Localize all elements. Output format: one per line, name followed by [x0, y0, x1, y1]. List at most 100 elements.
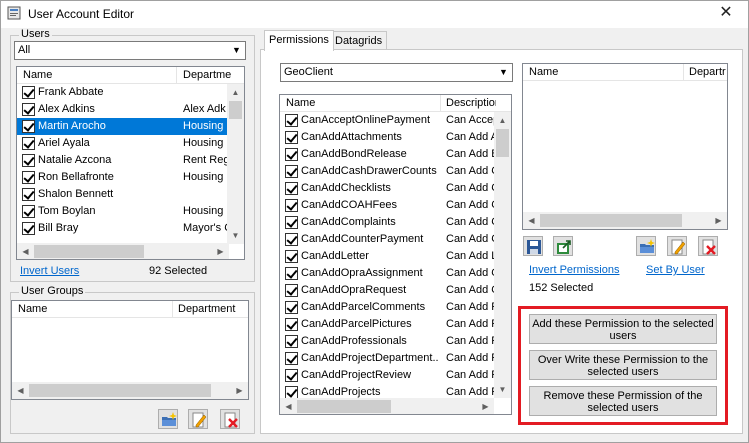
permission-row[interactable]: CanAddCounterPayment Can Add C [280, 231, 496, 248]
checkbox[interactable] [22, 120, 35, 133]
column-header-name[interactable]: Name [529, 66, 558, 78]
checkbox[interactable] [22, 86, 35, 99]
checkbox[interactable] [285, 131, 298, 144]
checkbox[interactable] [285, 233, 298, 246]
column-header-department[interactable]: Departr [689, 66, 727, 78]
scrollbar-thumb[interactable] [297, 400, 391, 413]
permission-row[interactable]: CanAddComplaints Can Add C [280, 214, 496, 231]
new-permission-button[interactable] [636, 236, 656, 256]
scroll-up-icon[interactable]: ▲ [227, 84, 244, 101]
overwrite-permissions-button[interactable]: Over Write these Permission to the selec… [529, 350, 717, 380]
user-row[interactable]: Ron Bellafronte Housing [17, 169, 227, 186]
scroll-right-icon[interactable]: ▶ [231, 382, 248, 399]
delete-permission-button[interactable] [698, 236, 718, 256]
column-header-name[interactable]: Name [286, 97, 315, 109]
set-by-user-link[interactable]: Set By User [646, 264, 705, 276]
column-header-name[interactable]: Name [23, 69, 52, 81]
permission-row[interactable]: CanAddParcelComments Can Add P [280, 299, 496, 316]
chevron-down-icon[interactable]: ▼ [228, 42, 245, 59]
checkbox[interactable] [22, 137, 35, 150]
edit-permission-button[interactable] [667, 236, 687, 256]
permission-row[interactable]: CanAddAttachments Can Add A [280, 129, 496, 146]
permission-row[interactable]: CanAddCOAHFees Can Add C [280, 197, 496, 214]
column-divider[interactable] [440, 95, 441, 112]
checkbox[interactable] [22, 171, 35, 184]
add-permissions-button[interactable]: Add these Permission to the selected use… [529, 314, 717, 344]
checkbox[interactable] [285, 250, 298, 263]
scroll-down-icon[interactable]: ▼ [494, 381, 511, 398]
checkbox[interactable] [285, 267, 298, 280]
users-horizontal-scrollbar[interactable]: ◀ ▶ [17, 243, 229, 259]
users-vertical-scrollbar[interactable]: ▲ ▼ [227, 84, 244, 244]
scrollbar-thumb[interactable] [34, 245, 144, 258]
checkbox[interactable] [22, 103, 35, 116]
checkbox[interactable] [285, 165, 298, 178]
checkbox[interactable] [285, 114, 298, 127]
user-row[interactable]: Natalie Azcona Rent Reg [17, 152, 229, 169]
export-button[interactable] [553, 236, 573, 256]
permissions-vertical-scrollbar[interactable]: ▲ ▼ [494, 112, 511, 398]
permission-row[interactable]: CanAddParcelPictures Can Add P [280, 316, 496, 333]
scroll-left-icon[interactable]: ◀ [523, 212, 540, 229]
permission-row[interactable]: CanAddProjectDepartment... Can Add P [280, 350, 496, 367]
user-row[interactable]: Shalon Bennett [17, 186, 227, 203]
scroll-right-icon[interactable]: ▶ [212, 243, 229, 259]
close-icon[interactable]: ✕ [716, 4, 736, 22]
checkbox[interactable] [285, 216, 298, 229]
permission-row[interactable]: CanAddProfessionals Can Add P [280, 333, 496, 350]
permission-row[interactable]: CanAddChecklists Can Add C [280, 180, 496, 197]
scroll-up-icon[interactable]: ▲ [494, 112, 511, 129]
save-button[interactable] [523, 236, 543, 256]
users-list[interactable]: Name Departme Frank Abbate Alex Adkins A… [16, 66, 245, 260]
edit-group-button[interactable] [188, 409, 208, 429]
assigned-users-list[interactable]: Name Departr ◀ ▶ [522, 63, 728, 230]
scrollbar-thumb[interactable] [29, 384, 211, 397]
permission-row[interactable]: CanAddOpraAssignment Can Add O [280, 265, 496, 282]
scroll-right-icon[interactable]: ▶ [477, 398, 494, 414]
permissions-list[interactable]: Name Description CanAcceptOnlinePayment C… [279, 94, 512, 415]
scroll-left-icon[interactable]: ◀ [12, 382, 29, 399]
permission-row[interactable]: CanAddOpraRequest Can Add O [280, 282, 496, 299]
checkbox[interactable] [285, 352, 298, 365]
column-header-name[interactable]: Name [18, 303, 47, 315]
checkbox[interactable] [285, 199, 298, 212]
checkbox[interactable] [285, 369, 298, 382]
scroll-down-icon[interactable]: ▼ [227, 227, 244, 244]
checkbox[interactable] [285, 284, 298, 297]
user-row[interactable]: Frank Abbate [17, 84, 227, 101]
scrollbar-thumb[interactable] [540, 214, 682, 227]
scroll-left-icon[interactable]: ◀ [17, 243, 34, 259]
checkbox[interactable] [285, 301, 298, 314]
assigned-users-horizontal-scrollbar[interactable]: ◀ ▶ [523, 212, 727, 229]
checkbox[interactable] [22, 154, 35, 167]
checkbox[interactable] [285, 318, 298, 331]
module-select[interactable]: GeoClient ▼ [280, 63, 513, 82]
user-row-selected[interactable]: Martin Arocho Housing [17, 118, 227, 135]
new-group-button[interactable] [158, 409, 178, 429]
permission-row[interactable]: CanAddProjectReview Can Add P [280, 367, 496, 384]
checkbox[interactable] [285, 335, 298, 348]
permissions-horizontal-scrollbar[interactable]: ◀ ▶ [280, 398, 494, 414]
scrollbar-thumb[interactable] [496, 129, 509, 157]
permission-row[interactable]: CanAddLetter Can Add L [280, 248, 496, 265]
column-divider[interactable] [176, 67, 177, 84]
checkbox[interactable] [22, 188, 35, 201]
delete-group-button[interactable] [220, 409, 240, 429]
column-header-department[interactable]: Department [178, 303, 235, 315]
checkbox[interactable] [285, 148, 298, 161]
users-filter-select[interactable]: All ▼ [14, 41, 246, 60]
scroll-left-icon[interactable]: ◀ [280, 398, 297, 414]
chevron-down-icon[interactable]: ▼ [495, 64, 512, 81]
user-row[interactable]: Bill Bray Mayor's C [17, 220, 229, 237]
user-row[interactable]: Alex Adkins Alex Adk [17, 101, 227, 118]
checkbox[interactable] [285, 182, 298, 195]
column-divider[interactable] [172, 301, 173, 318]
permission-row[interactable]: CanAcceptOnlinePayment Can Accept [280, 112, 496, 129]
scrollbar-thumb[interactable] [229, 101, 242, 119]
permission-row[interactable]: CanAddCashDrawerCounts Can Add C [280, 163, 496, 180]
remove-permissions-button[interactable]: Remove these Permission of the selected … [529, 386, 717, 416]
user-row[interactable]: Ariel Ayala Housing [17, 135, 227, 152]
column-header-department[interactable]: Departme [183, 69, 231, 81]
column-header-description[interactable]: Description [446, 97, 496, 109]
user-row[interactable]: Tom Boylan Housing [17, 203, 227, 220]
